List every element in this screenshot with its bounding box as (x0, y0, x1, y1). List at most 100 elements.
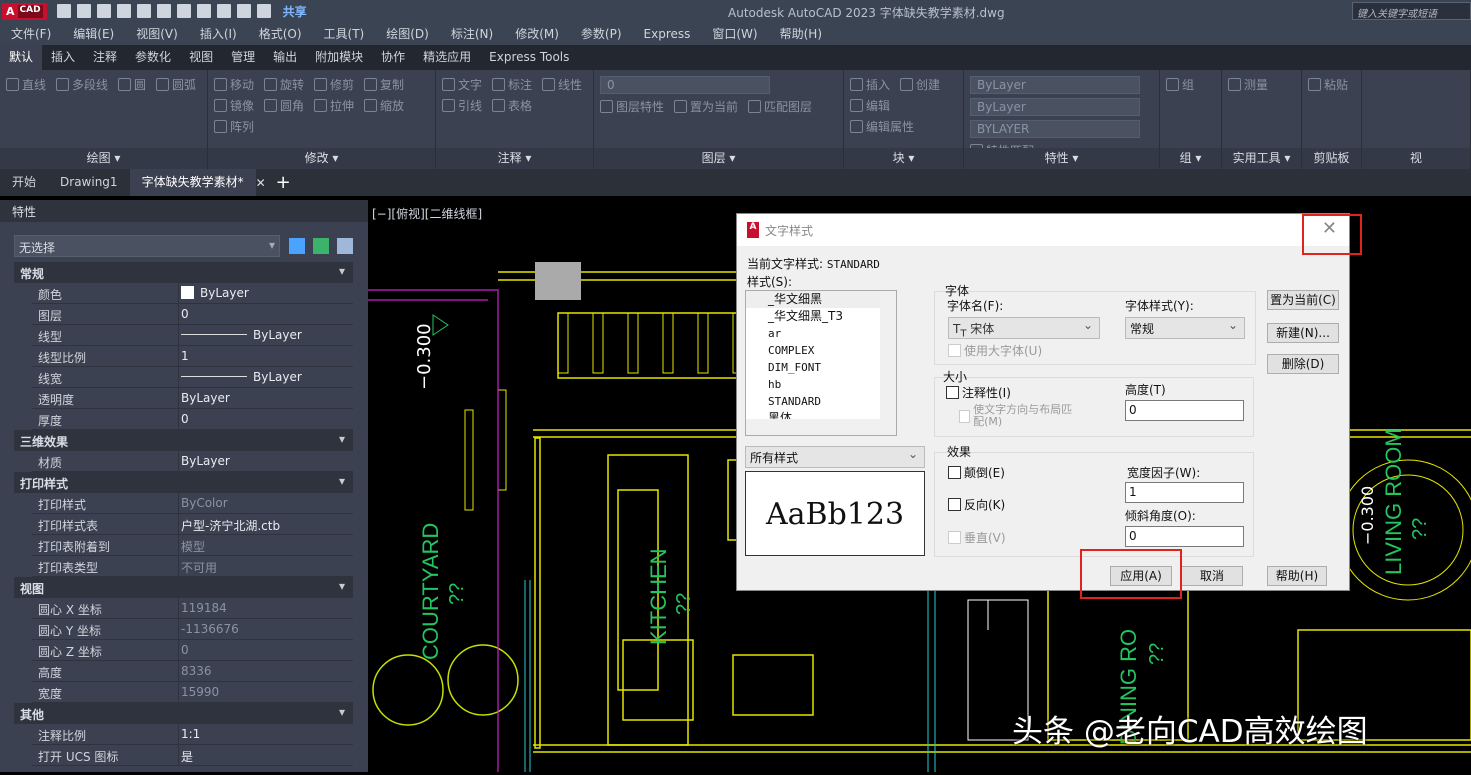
ribbon-button-1-0[interactable]: 移动 (214, 76, 254, 93)
property-row[interactable]: 圆心 Z 坐标0 (32, 640, 353, 661)
ribbon-button-8-0[interactable]: 粘贴 (1308, 76, 1348, 93)
ribbon-button-1-6[interactable]: 拉伸 (314, 97, 354, 114)
file-tab-2[interactable]: 字体缺失教学素材* (130, 169, 256, 196)
undo-icon[interactable] (197, 4, 211, 18)
ribbon-tab-7[interactable]: 附加模块 (306, 45, 372, 70)
property-dropdown-2[interactable]: BYLAYER (970, 120, 1140, 138)
property-row[interactable]: 高度8336 (32, 661, 353, 682)
property-row[interactable]: 打印表附着到模型 (32, 535, 353, 556)
style-list-scrollbar[interactable] (880, 291, 896, 419)
menu-item-5[interactable]: 工具(T) (313, 25, 376, 42)
property-value[interactable]: 是 (179, 745, 353, 765)
ribbon-tab-6[interactable]: 输出 (264, 45, 306, 70)
property-value[interactable]: 1:1 (179, 724, 353, 744)
selection-dropdown[interactable]: 无选择 (14, 235, 280, 257)
ribbon-button-0-0[interactable]: 直线 (6, 76, 46, 93)
redo-icon[interactable] (217, 4, 231, 18)
ribbon-button-0-2[interactable]: 圆 (118, 76, 146, 93)
ribbon-button-4-2[interactable]: 编辑 (850, 97, 890, 114)
ribbon-button-7-0[interactable]: 测量 (1228, 76, 1268, 93)
style-list-item[interactable]: hb (746, 376, 896, 393)
property-section-header[interactable]: 打印样式 (14, 472, 353, 493)
upside-down-checkbox[interactable]: 颠倒(E) (948, 464, 1005, 481)
menu-item-0[interactable]: 文件(F) (0, 25, 62, 42)
file-tab-0[interactable]: 开始 (0, 169, 48, 196)
property-section-header[interactable]: 视图 (14, 577, 353, 598)
new-style-button[interactable]: 新建(N)... (1267, 323, 1339, 343)
property-section-header[interactable]: 常规 (14, 262, 353, 283)
ribbon-group-title[interactable]: 剪贴板 (1302, 148, 1361, 169)
ribbon-tab-10[interactable]: Express Tools (480, 45, 578, 70)
property-row[interactable]: 线型比例1 (32, 346, 353, 367)
ribbon-button-3-0[interactable]: 图层特性 (600, 98, 664, 115)
property-value[interactable]: ByLayer (179, 367, 353, 387)
property-row[interactable]: 透明度ByLayer (32, 388, 353, 409)
menu-item-8[interactable]: 修改(M) (504, 25, 570, 42)
property-section-header[interactable]: 三维效果 (14, 430, 353, 451)
ribbon-button-2-0[interactable]: 文字 (442, 76, 482, 93)
style-list-item[interactable]: ar (746, 325, 896, 342)
app-logo[interactable]: ACAD (2, 3, 47, 20)
property-value[interactable]: -1136676 (179, 619, 353, 639)
ribbon-button-3-2[interactable]: 匹配图层 (748, 98, 812, 115)
vertical-checkbox[interactable]: 垂直(V) (948, 529, 1006, 546)
ribbon-button-1-2[interactable]: 修剪 (314, 76, 354, 93)
property-row[interactable]: 打印表类型不可用 (32, 556, 353, 577)
ribbon-button-1-4[interactable]: 镜像 (214, 97, 254, 114)
ribbon-tab-3[interactable]: 参数化 (126, 45, 180, 70)
open-icon[interactable] (77, 4, 91, 18)
search-input[interactable]: 键入关键字或短语 (1352, 2, 1471, 20)
ribbon-group-title[interactable]: 块 ▾ (844, 148, 963, 169)
toggle-pickadd-icon[interactable] (289, 238, 305, 254)
menu-item-10[interactable]: Express (633, 27, 702, 41)
ribbon-tab-9[interactable]: 精选应用 (414, 45, 480, 70)
quick-select-icon[interactable] (337, 238, 353, 254)
viewport-controls[interactable]: [−][俯视][二维线框] (372, 205, 482, 222)
property-row[interactable]: 图层0 (32, 304, 353, 325)
ribbon-button-2-3[interactable]: 引线 (442, 97, 482, 114)
style-list-item[interactable]: _华文细黑 (746, 291, 896, 308)
property-value[interactable]: 0 (179, 304, 353, 324)
ribbon-group-title[interactable]: 视 (1362, 148, 1470, 169)
ribbon-group-title[interactable]: 绘图 ▾ (0, 148, 207, 169)
select-objects-icon[interactable] (313, 238, 329, 254)
ribbon-group-title[interactable]: 修改 ▾ (208, 148, 435, 169)
style-list-item[interactable]: STANDARD (746, 393, 896, 410)
menu-item-2[interactable]: 视图(V) (125, 25, 189, 42)
style-filter-dropdown[interactable]: 所有样式 (745, 446, 925, 468)
save-web-icon[interactable] (157, 4, 171, 18)
help-button[interactable]: 帮助(H) (1267, 566, 1327, 586)
style-list-item[interactable]: DIM_FONT (746, 359, 896, 376)
property-value[interactable]: 8336 (179, 661, 353, 681)
ribbon-tab-2[interactable]: 注释 (84, 45, 126, 70)
save-as-icon[interactable] (117, 4, 131, 18)
property-row[interactable]: 线型ByLayer (32, 325, 353, 346)
property-row[interactable]: 厚度0 (32, 409, 353, 430)
ribbon-button-0-3[interactable]: 圆弧 (156, 76, 196, 93)
menu-item-4[interactable]: 格式(O) (248, 25, 313, 42)
cancel-button[interactable]: 取消 (1181, 566, 1243, 586)
property-row[interactable]: 打开 UCS 图标是 (32, 745, 353, 766)
property-value[interactable]: 1 (179, 346, 353, 366)
menu-item-9[interactable]: 参数(P) (570, 25, 633, 42)
ribbon-group-title[interactable]: 图层 ▾ (594, 148, 843, 169)
ribbon-group-title[interactable]: 特性 ▾ (964, 148, 1159, 169)
ribbon-tab-8[interactable]: 协作 (372, 45, 414, 70)
ribbon-button-4-1[interactable]: 创建 (900, 76, 940, 93)
property-value[interactable]: 0 (179, 409, 353, 429)
menu-item-12[interactable]: 帮助(H) (769, 25, 833, 42)
font-style-dropdown[interactable]: 常规 (1125, 317, 1245, 339)
ribbon-group-title[interactable]: 组 ▾ (1160, 148, 1221, 169)
property-dropdown-0[interactable]: ByLayer (970, 76, 1140, 94)
ribbon-tab-1[interactable]: 插入 (42, 45, 84, 70)
property-row[interactable]: 圆心 Y 坐标-1136676 (32, 619, 353, 640)
ribbon-button-1-7[interactable]: 缩放 (364, 97, 404, 114)
property-value[interactable]: ByLayer (179, 388, 353, 408)
property-row[interactable]: 颜色ByLayer (32, 283, 353, 304)
menu-item-3[interactable]: 插入(I) (189, 25, 248, 42)
new-tab-button[interactable]: + (266, 172, 301, 193)
property-row[interactable]: 线宽ByLayer (32, 367, 353, 388)
property-value[interactable]: ByLayer (179, 325, 353, 345)
style-list-hscrollbar[interactable] (746, 419, 896, 435)
backwards-checkbox[interactable]: 反向(K) (948, 496, 1005, 513)
